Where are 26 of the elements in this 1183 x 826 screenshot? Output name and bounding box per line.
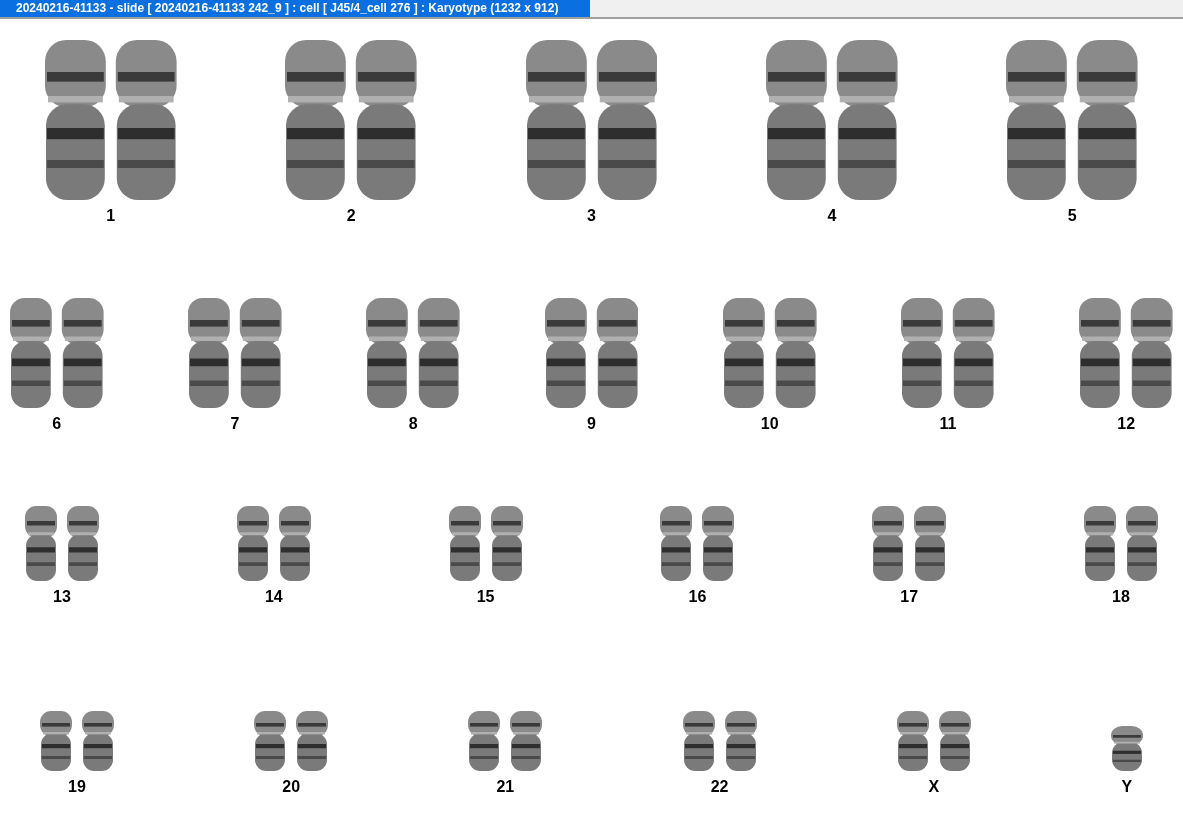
window-title: 20240216-41133 - slide [ 20240216-41133 242_9 ] : cell [ J45/4_cell 276 ] : Karyotype (1232 x 912): [0, 0, 590, 17]
chromosome-drawing: [1110, 726, 1143, 771]
chromosome-label: 6: [52, 416, 62, 432]
chromosome-label: 15: [476, 589, 495, 605]
chromosome-label: 14: [264, 589, 283, 605]
chromosome-label: 12: [1117, 416, 1136, 432]
chromosome-label: 2: [346, 208, 356, 224]
chromosome-label: 7: [230, 416, 240, 432]
chromosome-label: 5: [1067, 208, 1077, 224]
chromosome-label: 3: [587, 208, 596, 224]
chromosome-label: 9: [587, 416, 596, 432]
chromosome-label: 13: [53, 589, 71, 605]
chromosome-label: 4: [827, 208, 837, 224]
chromosome-label: 19: [68, 779, 86, 795]
chromosome-label: X: [928, 779, 940, 795]
chromosome-label: 22: [710, 779, 729, 795]
chromosome-label: 20: [282, 779, 301, 795]
chromosome-label: 21: [496, 779, 515, 795]
chromosome-label: 8: [408, 416, 418, 432]
chromosome-label: 1: [106, 208, 116, 224]
chromosome-label: 11: [939, 416, 957, 432]
chromosome-label: 10: [760, 416, 779, 432]
chromosome-label: 16: [688, 589, 707, 605]
chromosome-label: 17: [900, 589, 919, 605]
chromosome-label: Y: [1121, 779, 1133, 795]
chromosome-label: 18: [1112, 589, 1130, 605]
